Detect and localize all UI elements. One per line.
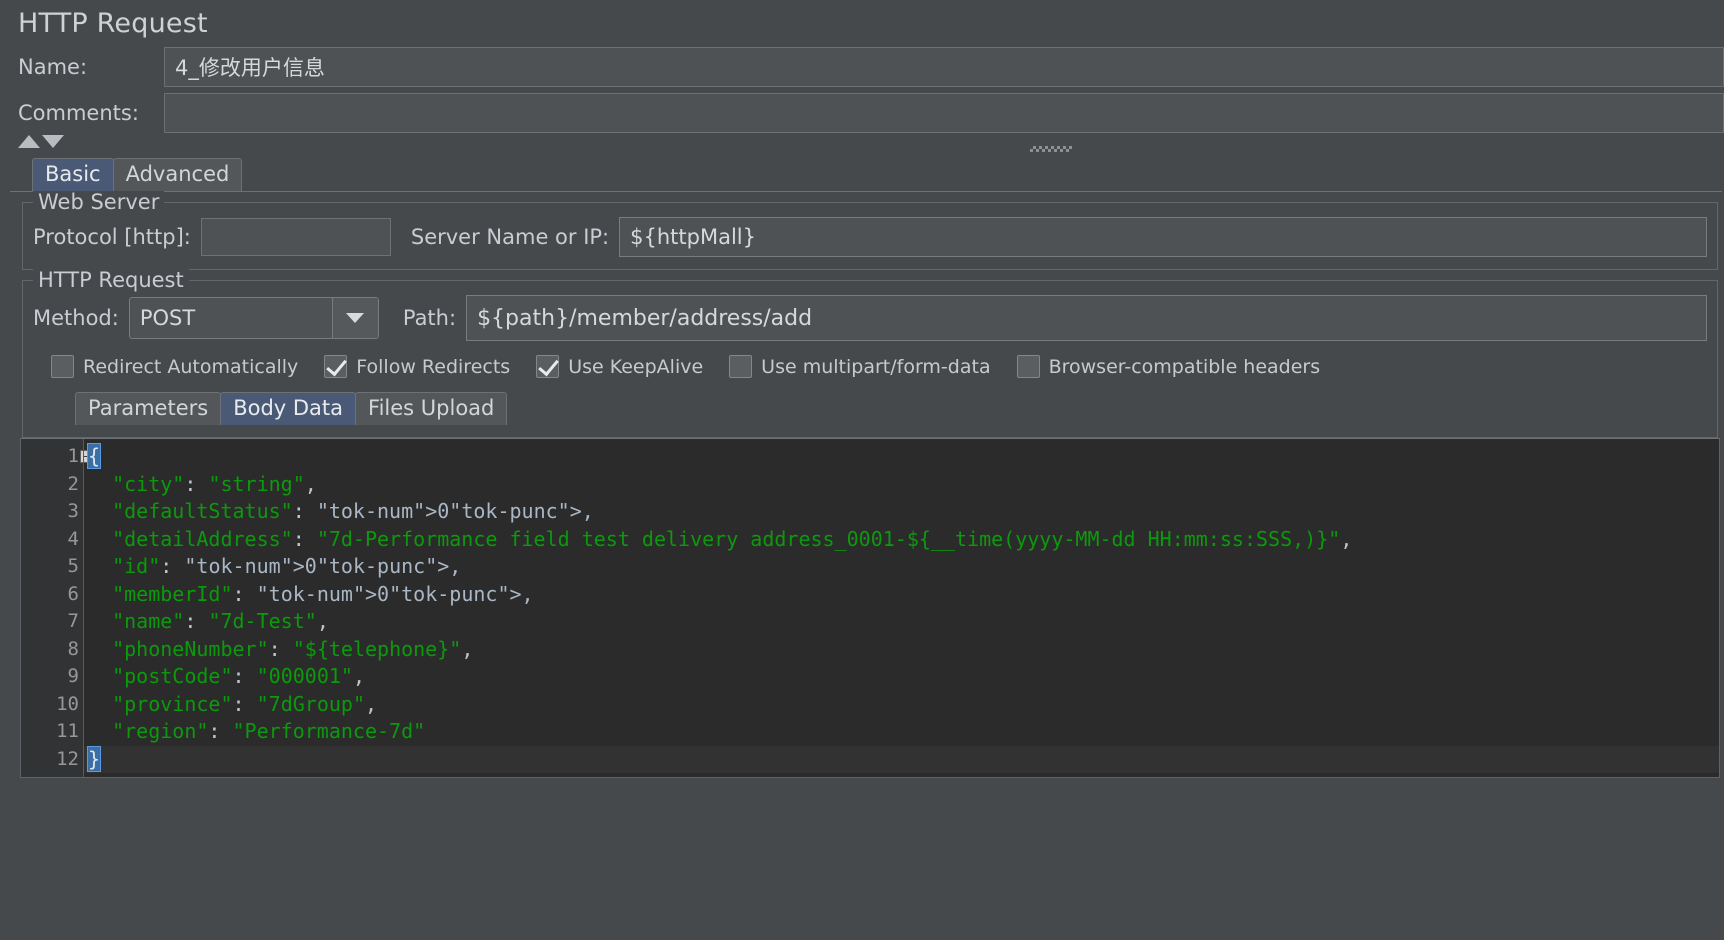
editor-line-number: 11 bbox=[56, 720, 79, 743]
checkbox-label: Follow Redirects bbox=[356, 355, 511, 378]
server-name-input[interactable] bbox=[619, 217, 1707, 257]
tab-advanced[interactable]: Advanced bbox=[112, 157, 243, 191]
checkbox-box-icon[interactable] bbox=[729, 355, 753, 378]
protocol-input[interactable] bbox=[200, 218, 391, 256]
editor-code-area[interactable]: { "city": "string", "defaultStatus": "to… bbox=[83, 439, 1719, 778]
method-path-row: Method: POST Path: bbox=[33, 295, 1707, 341]
editor-gutter: 1−2 3 4 5 6 7 8 9 10 11 12 bbox=[21, 439, 93, 778]
comments-label: Comments: bbox=[18, 101, 139, 125]
path-input[interactable] bbox=[466, 295, 1707, 341]
editor-code-line[interactable]: "phoneNumber": "${telephone}", bbox=[84, 636, 1719, 664]
checkbox-browser-compatible-headers[interactable]: Browser-compatible headers bbox=[1016, 355, 1321, 378]
request-options-row: Redirect Automatically Follow Redirects … bbox=[33, 355, 1707, 378]
name-row: Name: bbox=[0, 47, 1724, 87]
editor-code-line[interactable]: "province": "7dGroup", bbox=[84, 691, 1719, 719]
collapse-arrows[interactable] bbox=[18, 135, 64, 148]
checkbox-use-keepalive[interactable]: Use KeepAlive bbox=[536, 355, 703, 378]
tab-parameters[interactable]: Parameters bbox=[75, 392, 222, 426]
name-label: Name: bbox=[18, 55, 88, 79]
name-input[interactable] bbox=[164, 47, 1724, 87]
web-server-group: Web Server Protocol [http]: Server Name … bbox=[22, 190, 1718, 270]
checkbox-label: Browser-compatible headers bbox=[1048, 355, 1321, 378]
page-title: HTTP Request bbox=[18, 8, 208, 39]
tab-files-upload[interactable]: Files Upload bbox=[355, 392, 508, 426]
editor-line-number: 5 bbox=[67, 555, 79, 578]
editor-code-line[interactable]: "id": "tok-num">0"tok-punc">, bbox=[84, 553, 1719, 581]
triangle-down-icon[interactable] bbox=[42, 135, 64, 148]
checkbox-follow-redirects[interactable]: Follow Redirects bbox=[324, 355, 510, 378]
editor-code-line[interactable]: "city": "string", bbox=[84, 471, 1719, 499]
editor-code-line[interactable]: "defaultStatus": "tok-num">0"tok-punc">, bbox=[84, 498, 1719, 526]
editor-code-line[interactable]: "detailAddress": "7d-Performance field t… bbox=[84, 526, 1719, 554]
splitter-row bbox=[0, 135, 1724, 157]
http-request-legend: HTTP Request bbox=[33, 268, 189, 292]
editor-code-line[interactable]: "region": "Performance-7d" bbox=[84, 718, 1719, 746]
editor-code-line[interactable]: "name": "7d-Test", bbox=[84, 608, 1719, 636]
checkbox-label: Redirect Automatically bbox=[83, 355, 299, 378]
path-label: Path: bbox=[402, 306, 457, 330]
editor-line-number: 8 bbox=[67, 637, 79, 660]
body-data-editor[interactable]: 1−2 3 4 5 6 7 8 9 10 11 12 { "city": "string", "de… bbox=[20, 438, 1720, 779]
server-name-label: Server Name or IP: bbox=[410, 225, 610, 249]
checkbox-box-icon[interactable] bbox=[51, 355, 74, 378]
checkbox-redirect-automatically[interactable]: Redirect Automatically bbox=[51, 355, 298, 378]
method-selected-value: POST bbox=[139, 306, 196, 330]
editor-line-number: 4 bbox=[67, 527, 79, 550]
editor-line-number: 6 bbox=[67, 582, 79, 605]
editor-line-number: 12 bbox=[56, 747, 79, 770]
web-server-row: Protocol [http]: Server Name or IP: bbox=[33, 217, 1707, 257]
brace-highlight: } bbox=[86, 745, 102, 772]
checkbox-use-multipart-form-data[interactable]: Use multipart/form-data bbox=[729, 355, 991, 378]
method-label: Method: bbox=[33, 306, 119, 330]
checkbox-box-icon[interactable] bbox=[1016, 355, 1040, 378]
tab-body-data[interactable]: Body Data bbox=[220, 392, 357, 426]
checkbox-label: Use KeepAlive bbox=[568, 355, 704, 378]
brace-highlight: { bbox=[86, 443, 102, 470]
basic-tab-panel: Web Server Protocol [http]: Server Name … bbox=[10, 190, 1722, 779]
editor-line-number: 1− bbox=[21, 443, 93, 471]
editor-line-number: 10 bbox=[56, 692, 79, 715]
checkbox-checked-icon[interactable] bbox=[536, 355, 560, 378]
body-tabstrip: Parameters Body Data Files Upload bbox=[33, 392, 1707, 426]
checkbox-checked-icon[interactable] bbox=[324, 355, 348, 378]
checkbox-label: Use multipart/form-data bbox=[761, 355, 991, 378]
http-request-group: HTTP Request Method: POST Path: Redirect… bbox=[22, 268, 1718, 439]
editor-code-line[interactable]: "memberId": "tok-num">0"tok-punc">, bbox=[84, 581, 1719, 609]
protocol-label: Protocol [http]: bbox=[33, 225, 191, 249]
web-server-legend: Web Server bbox=[33, 190, 165, 214]
drag-handle-icon[interactable] bbox=[1030, 146, 1072, 152]
editor-line-number: 2 bbox=[67, 472, 79, 495]
comments-input[interactable] bbox=[164, 93, 1724, 133]
chevron-down-icon[interactable] bbox=[331, 298, 378, 338]
editor-line-number: 3 bbox=[67, 500, 79, 523]
editor-code-line[interactable]: } bbox=[84, 745, 1719, 774]
editor-code-line[interactable]: { bbox=[84, 443, 1719, 471]
editor-line-number: 9 bbox=[67, 665, 79, 688]
method-select[interactable]: POST bbox=[128, 297, 379, 339]
main-tabstrip: Basic Advanced bbox=[0, 157, 1724, 191]
editor-line-number: 7 bbox=[67, 610, 79, 633]
editor-code-line[interactable]: "postCode": "000001", bbox=[84, 663, 1719, 691]
triangle-up-icon[interactable] bbox=[18, 135, 40, 148]
comments-row: Comments: bbox=[0, 93, 1724, 133]
tab-basic[interactable]: Basic bbox=[32, 157, 114, 191]
